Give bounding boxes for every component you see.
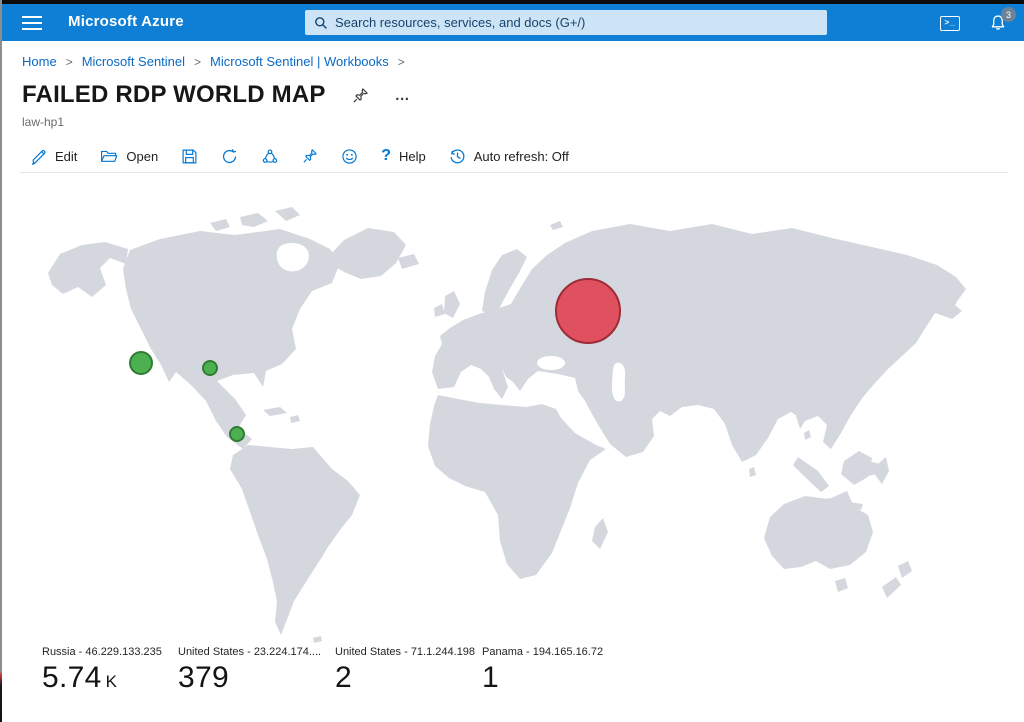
- refresh-icon: [221, 148, 238, 165]
- stat-label: Panama - 194.165.16.72: [482, 646, 603, 658]
- refresh-button[interactable]: [221, 148, 238, 165]
- stat-label: Russia - 46.229.133.235: [42, 646, 162, 658]
- stat-panama: Panama - 194.165.16.72 1: [482, 646, 603, 695]
- more-options-button[interactable]: …: [395, 87, 411, 104]
- pencil-icon: [30, 148, 47, 165]
- map-bubble[interactable]: [229, 426, 245, 442]
- chevron-right-icon: >: [194, 55, 201, 69]
- map-bubble[interactable]: [202, 360, 218, 376]
- save-icon: [181, 148, 198, 165]
- stat-value: 2: [335, 661, 475, 695]
- stat-value: 379: [178, 661, 321, 695]
- global-search[interactable]: [305, 10, 827, 35]
- stat-us-1: United States - 23.224.174.... 379: [178, 646, 321, 695]
- notification-badge: 3: [1001, 7, 1016, 22]
- share-button[interactable]: [261, 148, 279, 165]
- cloud-shell-icon: >_: [940, 16, 960, 31]
- hamburger-menu-icon[interactable]: [14, 12, 50, 34]
- chevron-right-icon: >: [398, 55, 405, 69]
- window-frame-top: [0, 0, 1024, 4]
- bubble-layer: [30, 197, 990, 647]
- breadcrumb-home[interactable]: Home: [22, 54, 57, 69]
- share-icon: [261, 148, 279, 165]
- workbook-toolbar: Edit Open: [30, 141, 569, 171]
- search-icon: [314, 16, 328, 30]
- map-bubble[interactable]: [129, 351, 153, 375]
- feedback-button[interactable]: [341, 148, 358, 165]
- toolbar-divider: [20, 172, 1008, 173]
- auto-refresh-button[interactable]: Auto refresh: Off: [449, 148, 569, 165]
- notifications-button[interactable]: 3: [986, 11, 1010, 35]
- breadcrumb-sentinel[interactable]: Microsoft Sentinel: [82, 54, 185, 69]
- pin-icon: [302, 148, 318, 164]
- open-button[interactable]: Open: [100, 148, 158, 164]
- pin-workbook-button[interactable]: [302, 148, 318, 164]
- pin-icon: [352, 87, 369, 104]
- stat-value: 1: [482, 661, 603, 695]
- auto-refresh-clock-icon: [449, 148, 466, 165]
- azure-top-bar: Microsoft Azure >_ 3: [0, 4, 1024, 41]
- world-map-visualization: [30, 197, 990, 647]
- question-mark-icon: ?: [381, 147, 391, 165]
- cloud-shell-button[interactable]: >_: [938, 11, 962, 35]
- stat-label: United States - 23.224.174....: [178, 646, 321, 658]
- stat-us-2: United States - 71.1.244.198 2: [335, 646, 475, 695]
- save-button[interactable]: [181, 148, 198, 165]
- search-input[interactable]: [335, 10, 827, 35]
- edit-button[interactable]: Edit: [30, 148, 77, 165]
- help-button[interactable]: ? Help: [381, 147, 426, 165]
- stat-value: 5.74K: [42, 661, 162, 695]
- breadcrumb-workbooks[interactable]: Microsoft Sentinel | Workbooks: [210, 54, 389, 69]
- stat-label: United States - 71.1.244.198: [335, 646, 475, 658]
- window-frame-left: [0, 0, 2, 722]
- workspace-name: law-hp1: [22, 115, 64, 129]
- map-bubble[interactable]: [555, 278, 621, 344]
- breadcrumb: Home > Microsoft Sentinel > Microsoft Se…: [22, 54, 405, 69]
- azure-brand[interactable]: Microsoft Azure: [68, 13, 184, 30]
- chevron-right-icon: >: [66, 55, 73, 69]
- smiley-icon: [341, 148, 358, 165]
- page-title: FAILED RDP WORLD MAP: [22, 81, 326, 109]
- stat-russia: Russia - 46.229.133.235 5.74K: [42, 646, 162, 695]
- pin-to-dashboard-button[interactable]: [352, 87, 369, 104]
- open-folder-icon: [100, 148, 118, 164]
